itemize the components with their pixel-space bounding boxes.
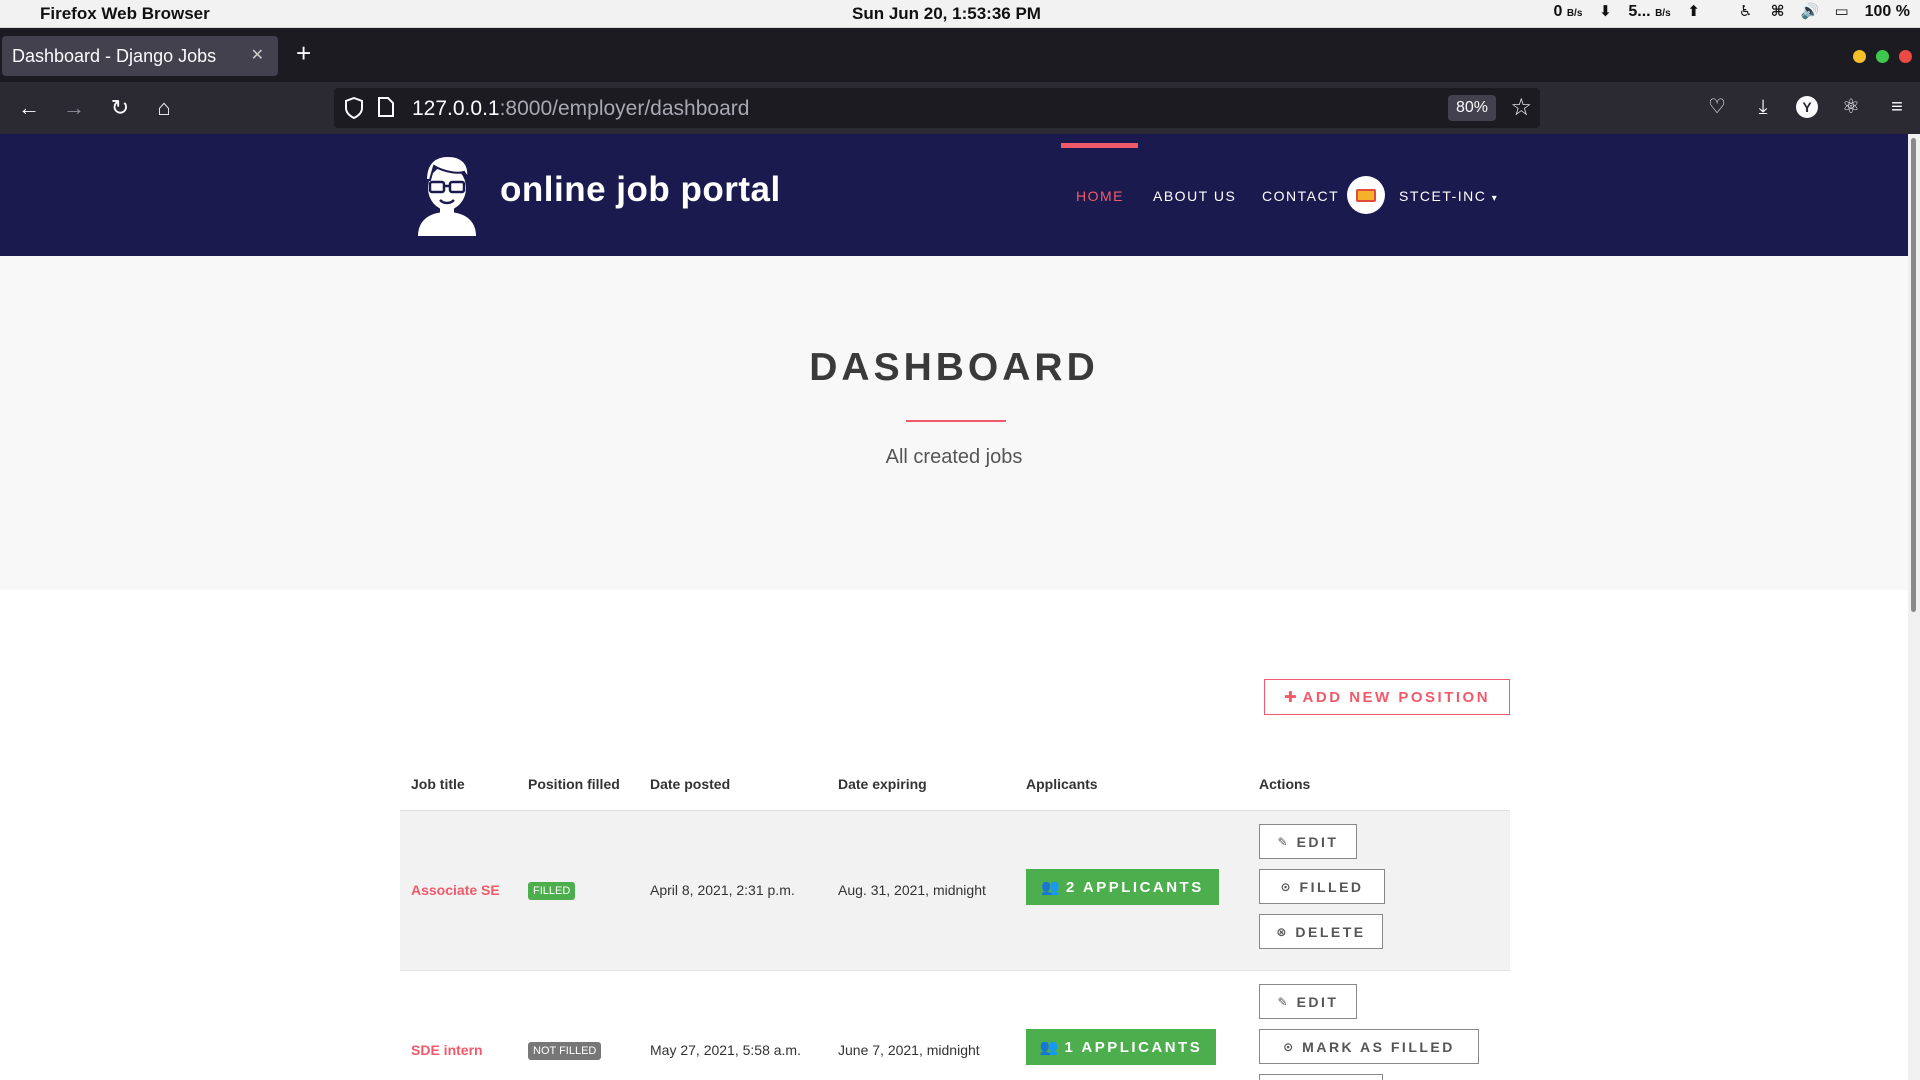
minimize-button[interactable] (1853, 50, 1866, 63)
react-devtools-icon[interactable]: ⚛ (1838, 94, 1864, 120)
scrollbar-thumb[interactable] (1911, 138, 1916, 612)
reload-icon[interactable]: ↻ (107, 96, 133, 122)
forward-arrow-icon[interactable]: → (61, 96, 87, 122)
page-icon (378, 97, 394, 117)
hero-section: DASHBOARD All created jobs (0, 256, 1908, 590)
os-app-name[interactable]: Firefox Web Browser (40, 4, 210, 24)
check-circle-icon: ⊙ (1280, 879, 1291, 894)
user-avatar[interactable] (1347, 176, 1385, 214)
yoroi-extension-icon[interactable]: Y (1796, 96, 1818, 118)
check-circle-icon: ⊙ (1283, 1039, 1294, 1054)
title-underline (906, 420, 1006, 422)
browser-toolbar-icons: ♡ ⤓ Y ⚛ ≡ (1704, 94, 1910, 120)
edit-icon: ✎ (1277, 834, 1288, 849)
net-up-readout: 5... B/s (1628, 3, 1671, 20)
home-icon[interactable]: ⌂ (151, 96, 177, 122)
job-title-link[interactable]: Associate SE (411, 882, 500, 898)
date-posted: April 8, 2021, 2:31 p.m. (650, 882, 795, 898)
table-row: Associate SE FILLED April 8, 2021, 2:31 … (400, 811, 1510, 971)
company-logo-icon (1356, 189, 1376, 202)
hamburger-menu-icon[interactable]: ≡ (1884, 94, 1910, 120)
network-icon[interactable]: ⌘ (1769, 3, 1787, 21)
edit-button[interactable]: ✎ EDIT (1259, 824, 1357, 859)
window-controls (1853, 50, 1912, 63)
downloads-icon[interactable]: ⤓ (1750, 94, 1776, 120)
tab-dashboard[interactable]: Dashboard - Django Jobs ✕ (2, 36, 278, 76)
shield-icon[interactable] (344, 97, 364, 119)
back-arrow-icon[interactable]: ← (16, 96, 42, 122)
close-icon[interactable]: ✕ (251, 45, 264, 65)
volume-icon[interactable]: 🔊 (1801, 3, 1820, 21)
nav-user-menu[interactable]: STCET-INC ▾ (1399, 188, 1498, 204)
zoom-level-button[interactable]: 80% (1448, 95, 1496, 121)
site-header: online job portal HOME ABOUT US CONTACT … (0, 134, 1908, 256)
os-top-bar: Firefox Web Browser Sun Jun 20, 1:53:36 … (0, 0, 1920, 28)
table-header: Job title Position filled Date posted Da… (400, 759, 1510, 811)
browser-tab-strip: Dashboard - Django Jobs ✕ + (0, 28, 1920, 82)
accessibility-icon[interactable]: ♿ (1737, 3, 1755, 21)
edit-icon: ✎ (1277, 994, 1288, 1009)
mark-as-filled-button[interactable]: ⊙ MARK AS FILLED (1259, 1029, 1479, 1064)
page-viewport: online job portal HOME ABOUT US CONTACT … (0, 134, 1908, 1080)
plus-icon: ✚ (1283, 689, 1297, 706)
date-expiring: June 7, 2021, midnight (838, 1042, 980, 1058)
arrow-up-icon: ⬆ (1687, 3, 1700, 20)
status-badge: NOT FILLED (528, 1042, 602, 1060)
page-scrollbar[interactable] (1908, 134, 1920, 1080)
applicants-button[interactable]: 👥 2 APPLICANTS (1026, 869, 1219, 905)
os-status-area: 0 B/s ⬇ 5... B/s ⬆ ♿ ⌘ 🔊 ▭ 100 % (1553, 3, 1910, 21)
status-badge: FILLED (528, 882, 576, 900)
os-clock[interactable]: Sun Jun 20, 1:53:36 PM (852, 4, 1041, 24)
logo-avatar-icon[interactable] (414, 154, 480, 236)
header-applicants: Applicants (1026, 776, 1098, 792)
date-expiring: Aug. 31, 2021, midnight (838, 882, 986, 898)
delete-circle-icon: ⊗ (1276, 924, 1287, 939)
page-title: DASHBOARD (809, 346, 1099, 389)
battery-icon[interactable]: ▭ (1833, 3, 1851, 21)
edit-button[interactable]: ✎ EDIT (1259, 984, 1357, 1019)
arrow-down-icon: ⬇ (1599, 3, 1612, 20)
add-new-position-button[interactable]: ✚ ADD NEW POSITION (1264, 679, 1510, 715)
close-window-button[interactable] (1899, 50, 1912, 63)
tab-title: Dashboard - Django Jobs (12, 45, 217, 66)
job-title-link[interactable]: SDE intern (411, 1042, 483, 1058)
applicants-button[interactable]: 👥 1 APPLICANTS (1026, 1029, 1216, 1065)
delete-button-partial[interactable] (1259, 1074, 1383, 1080)
site-title[interactable]: online job portal (500, 170, 781, 210)
new-tab-plus-icon[interactable]: + (296, 38, 311, 69)
delete-button[interactable]: ⊗ DELETE (1259, 914, 1383, 949)
filled-button[interactable]: ⊙ FILLED (1259, 869, 1385, 904)
net-down-readout: 0 B/s (1553, 3, 1583, 20)
header-job-title: Job title (411, 776, 465, 792)
users-icon: 👥 (1039, 1039, 1059, 1056)
url-text[interactable]: 127.0.0.1:8000/employer/dashboard (412, 97, 749, 121)
maximize-button[interactable] (1876, 50, 1889, 63)
jobs-table: Job title Position filled Date posted Da… (400, 759, 1510, 1080)
battery-percent[interactable]: 100 % (1865, 3, 1910, 21)
header-date-expiring: Date expiring (838, 776, 927, 792)
active-nav-indicator (1061, 143, 1138, 148)
page-subtitle: All created jobs (885, 446, 1023, 468)
url-bar[interactable]: 127.0.0.1:8000/employer/dashboard 80% ☆ (334, 88, 1540, 128)
header-date-posted: Date posted (650, 776, 731, 792)
date-posted: May 27, 2021, 5:58 a.m. (650, 1042, 801, 1058)
header-position-filled: Position filled (528, 776, 620, 792)
bookmark-star-icon[interactable]: ☆ (1510, 93, 1532, 122)
pocket-icon[interactable]: ♡ (1704, 94, 1730, 120)
users-icon: 👥 (1041, 879, 1060, 896)
browser-nav-bar: ← → ↻ ⌂ 127.0.0.1:8000/employer/dashboar… (0, 82, 1920, 134)
nav-contact[interactable]: CONTACT (1262, 188, 1339, 204)
nav-home[interactable]: HOME (1076, 188, 1124, 204)
nav-about-us[interactable]: ABOUT US (1153, 188, 1236, 204)
add-new-position-label: ADD NEW POSITION (1302, 688, 1491, 706)
caret-down-icon: ▾ (1491, 193, 1499, 204)
table-row: SDE intern NOT FILLED May 27, 2021, 5:58… (400, 971, 1510, 1080)
header-actions: Actions (1259, 776, 1311, 792)
